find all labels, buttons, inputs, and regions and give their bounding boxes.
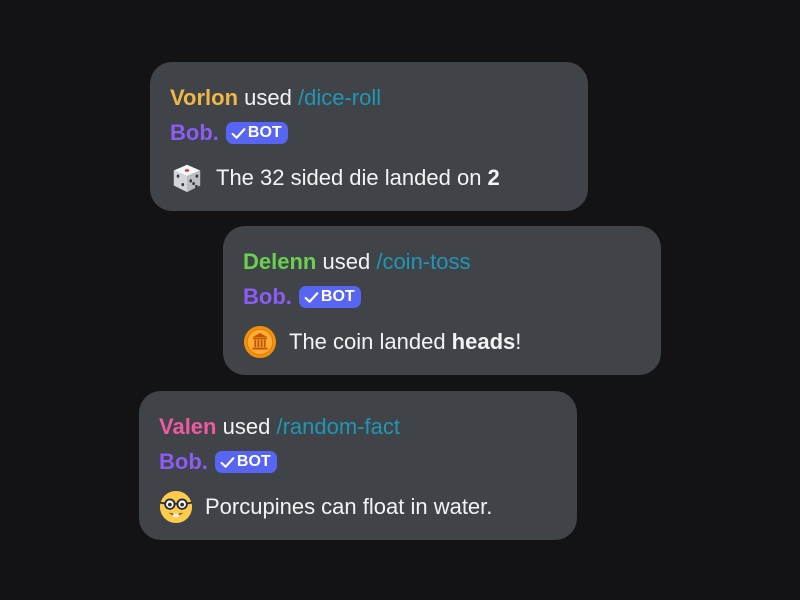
bot-name[interactable]: Bob.	[243, 283, 292, 311]
message-card-coin-toss: Delenn used /coin-toss Bob. BOT The coin…	[223, 226, 661, 375]
game-die-icon	[170, 161, 204, 195]
bot-header: Bob. BOT	[159, 448, 557, 476]
message-content: Porcupines can float in water.	[159, 490, 557, 524]
bot-badge-label: BOT	[320, 288, 355, 305]
slash-command[interactable]: /dice-roll	[298, 85, 381, 110]
username[interactable]: Delenn	[243, 249, 316, 274]
username[interactable]: Vorlon	[170, 85, 238, 110]
interaction-line: Valen used /random-fact	[159, 413, 557, 441]
bot-name[interactable]: Bob.	[159, 448, 208, 476]
used-label: used	[322, 249, 371, 274]
interaction-line: Delenn used /coin-toss	[243, 248, 641, 276]
used-label: used	[222, 414, 271, 439]
message-content: The 32 sided die landed on 2	[170, 161, 568, 195]
message-card-random-fact: Valen used /random-fact Bob. BOT Porcupi…	[139, 391, 577, 540]
checkmark-icon	[220, 456, 235, 468]
bot-badge: BOT	[298, 286, 361, 308]
bot-badge: BOT	[214, 451, 277, 473]
bot-name[interactable]: Bob.	[170, 119, 219, 147]
message-text: The 32 sided die landed on 2	[216, 165, 500, 190]
chat-canvas: Vorlon used /dice-roll Bob. BOT The 32 s…	[0, 0, 800, 600]
nerd-face-icon	[159, 490, 193, 524]
bot-badge-label: BOT	[247, 124, 282, 141]
message-text: The coin landed heads!	[289, 329, 522, 354]
message-content: The coin landed heads!	[243, 325, 641, 359]
slash-command[interactable]: /coin-toss	[376, 249, 470, 274]
bot-badge-label: BOT	[236, 453, 271, 470]
checkmark-icon	[304, 291, 319, 303]
coin-icon	[243, 325, 277, 359]
bot-header: Bob. BOT	[170, 119, 568, 147]
message-text: Porcupines can float in water.	[205, 494, 493, 519]
checkmark-icon	[231, 127, 246, 139]
bot-header: Bob. BOT	[243, 283, 641, 311]
slash-command[interactable]: /random-fact	[276, 414, 400, 439]
message-card-dice-roll: Vorlon used /dice-roll Bob. BOT The 32 s…	[150, 62, 588, 211]
username[interactable]: Valen	[159, 414, 216, 439]
interaction-line: Vorlon used /dice-roll	[170, 84, 568, 112]
used-label: used	[244, 85, 292, 110]
bot-badge: BOT	[225, 122, 288, 144]
